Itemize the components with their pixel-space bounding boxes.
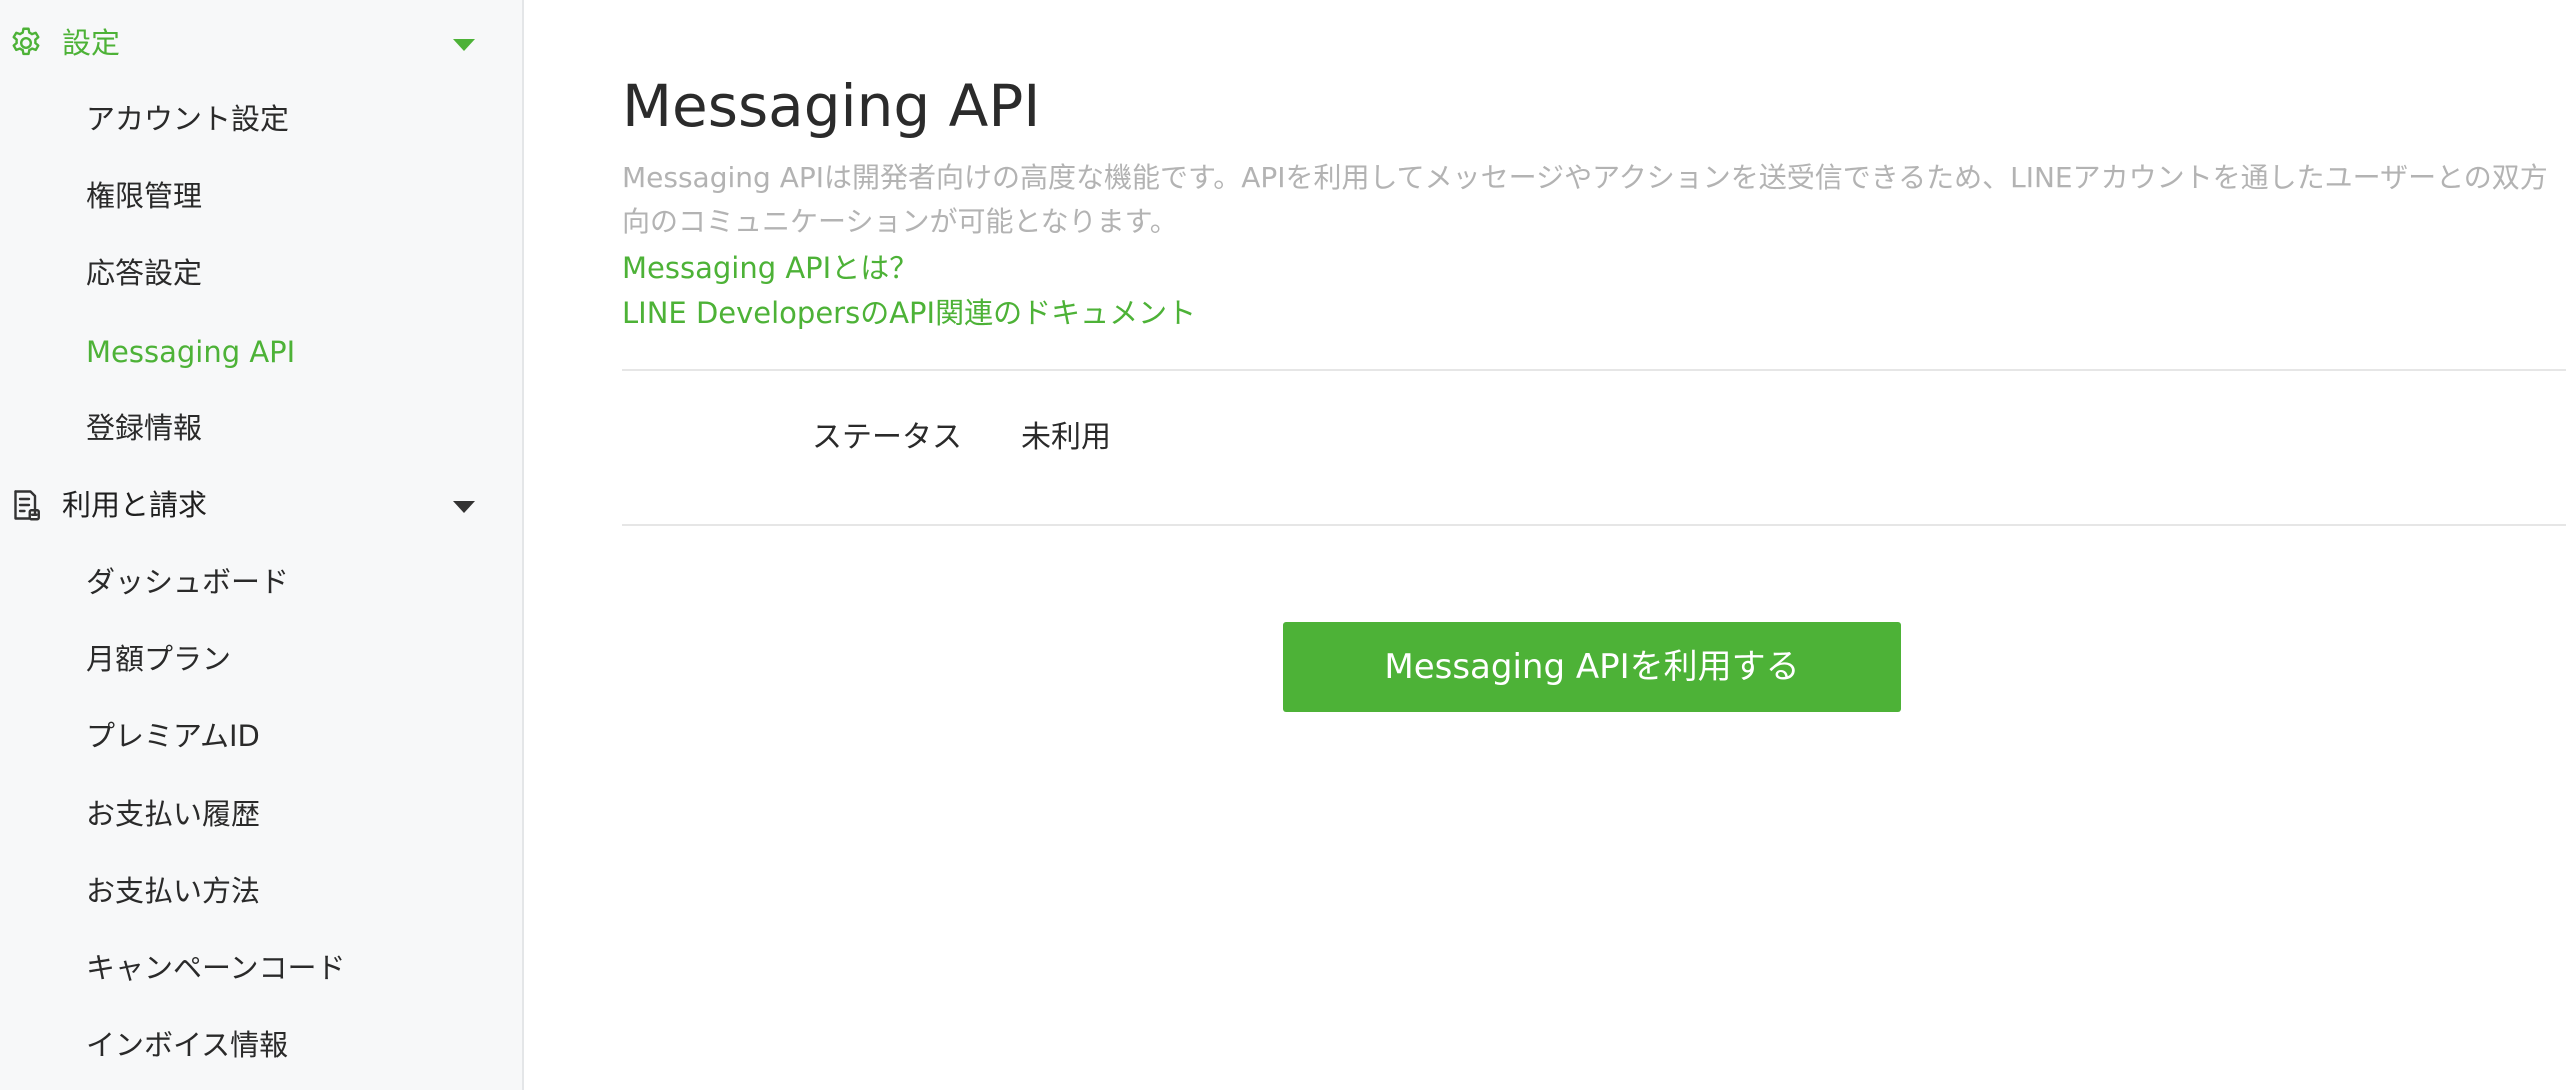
status-label: ステータス — [812, 420, 962, 455]
divider — [622, 369, 2566, 371]
chevron-down-icon — [453, 39, 475, 51]
sidebar-item-messaging-api[interactable]: Messaging API — [86, 332, 295, 372]
sidebar-item-account-settings[interactable]: アカウント設定 — [86, 99, 289, 139]
use-messaging-api-button[interactable]: Messaging APIを利用する — [1283, 622, 1901, 712]
chevron-down-icon — [453, 501, 475, 513]
receipt-icon — [8, 487, 44, 523]
main-content: Messaging API Messaging APIは開発者向けの高度な機能で… — [524, 0, 2574, 1090]
sidebar-item-registration-info[interactable]: 登録情報 — [86, 408, 202, 448]
page-description: Messaging APIは開発者向けの高度な機能です。APIを利用してメッセー… — [622, 161, 2548, 238]
sidebar-item-monthly-plan[interactable]: 月額プラン — [86, 639, 231, 679]
divider — [622, 524, 2566, 526]
sidebar: 設定 アカウント設定 権限管理 応答設定 Messaging API 登録情報 … — [0, 0, 524, 1090]
sidebar-item-payment-history[interactable]: お支払い履歴 — [86, 794, 260, 834]
line-developers-docs-link[interactable]: LINE DevelopersのAPI関連のドキュメント — [622, 293, 1196, 333]
app-root: 設定 アカウント設定 権限管理 応答設定 Messaging API 登録情報 … — [0, 0, 2574, 1090]
sidebar-item-invoice-info[interactable]: インボイス情報 — [86, 1025, 288, 1065]
status-value: 未利用 — [1021, 420, 1111, 455]
sidebar-item-premium-id[interactable]: プレミアムID — [86, 716, 260, 756]
sidebar-item-campaign-code[interactable]: キャンペーンコード — [86, 948, 346, 988]
sidebar-item-permissions[interactable]: 権限管理 — [86, 176, 202, 216]
sidebar-item-dashboard[interactable]: ダッシュボード — [86, 562, 289, 602]
sidebar-section-billing[interactable]: 利用と請求 — [0, 470, 524, 540]
what-is-messaging-api-link[interactable]: Messaging APIとは？ — [622, 248, 918, 288]
sidebar-section-billing-label: 利用と請求 — [62, 488, 208, 522]
sidebar-item-response-settings[interactable]: 応答設定 — [86, 253, 202, 293]
sidebar-item-payment-method[interactable]: お支払い方法 — [86, 871, 260, 911]
sidebar-section-settings-label: 設定 — [62, 26, 121, 60]
gear-icon — [8, 25, 44, 61]
page-title: Messaging API — [622, 72, 1041, 140]
sidebar-section-settings[interactable]: 設定 — [0, 8, 524, 78]
